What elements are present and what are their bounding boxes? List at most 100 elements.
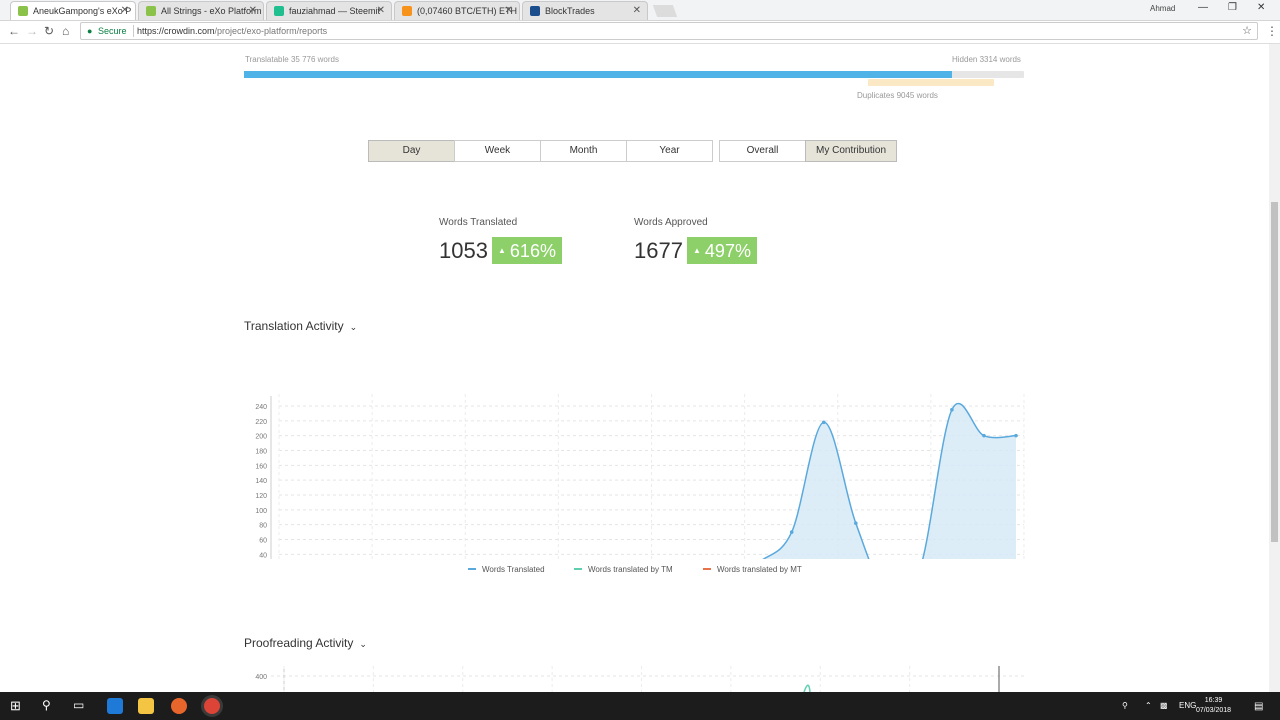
data-point [982,433,986,438]
tab-favicon-icon [274,6,284,16]
proofreading-activity-chart: 400 [255,666,1024,692]
tab-title: fauziahmad — Steemit [289,6,381,16]
page-scrollbar[interactable] [1269,44,1280,692]
words-translated-label: Words Translated [439,217,518,228]
tab-favicon-icon [402,6,412,16]
clock-date: 07/03/2018 [1196,707,1232,714]
y-tick-label: 160 [255,463,267,470]
duplicates-label: Duplicates 9045 words [857,91,938,100]
legend-label: Words translated by TM [588,565,673,574]
reload-icon[interactable]: ↻ [44,24,54,38]
reports-page: Translatable 35 776 words Hidden 3314 wo… [0,44,1269,692]
scrollbar-thumb[interactable] [1271,202,1278,542]
translation-progress-bar [244,71,1024,78]
home-icon[interactable]: ⌂ [62,24,69,38]
browser-tab[interactable]: AneukGampong's eXo P ✕ [10,1,136,20]
period-button-day[interactable]: Day [368,140,455,162]
words-approved-change-badge: ▲ 497% [687,237,757,264]
translation-activity-title: Translation Activity [244,319,344,333]
arrow-up-icon: ▲ [498,246,506,255]
tab-close-icon[interactable]: ✕ [633,5,641,16]
tab-favicon-icon [146,6,156,16]
tab-close-icon[interactable]: ✕ [121,5,129,16]
browser-tab[interactable]: All Strings - eXo Platform ✕ [138,1,264,20]
data-point [821,420,826,425]
tab-title: BlockTrades [545,6,595,16]
legend-words-translated-by-tm[interactable]: Words translated by TM [574,565,673,574]
edge-icon[interactable] [107,698,123,714]
period-button-week[interactable]: Week [454,140,541,162]
tab-title: AneukGampong's eXo P [33,6,132,16]
windows-start-icon[interactable]: ⊞ [10,698,21,714]
show-hidden-icons-chevron-icon[interactable]: ⌃ [1145,701,1152,710]
language-indicator[interactable]: ENG [1179,701,1196,710]
browser-tab[interactable]: fauziahmad — Steemit ✕ [266,1,392,20]
divider [133,25,134,37]
browser-toolbar: ← → ↻ ⌂ ● Secure https://crowdin.com/pro… [0,21,1280,44]
legend-words-translated-by-mt[interactable]: Words translated by MT [703,565,802,574]
firefox-icon[interactable] [171,698,187,714]
translation-activity-heading[interactable]: Translation Activity ⌄ [244,319,357,333]
forward-icon[interactable]: → [26,24,38,38]
scope-button-overall[interactable]: Overall [719,140,806,162]
data-point [950,407,954,412]
search-icon[interactable]: ⚲ [42,698,51,712]
file-explorer-icon[interactable] [138,698,154,714]
proofreading-activity-title: Proofreading Activity [244,636,354,650]
duplicates-bar [868,79,995,86]
words-approved-change: 497% [704,241,751,261]
chevron-down-icon[interactable]: ⌄ [350,322,358,332]
words-approved-value: 1677 [634,238,683,263]
task-view-icon[interactable]: ▭ [73,698,84,712]
y-tick-label: 240 [255,404,267,411]
legend-swatch [703,568,711,570]
scope-button-my-contribution[interactable]: My Contribution [805,140,897,162]
minimize-icon[interactable]: — [1198,2,1208,13]
words-approved-label: Words Approved [634,217,708,228]
proofreading-activity-heading[interactable]: Proofreading Activity ⌄ [244,636,367,650]
secure-label: Secure [98,26,127,36]
bookmark-star-icon[interactable]: ☆ [1242,24,1252,37]
data-point [1014,433,1018,438]
y-tick-label: 220 [255,419,267,426]
browser-menu-icon[interactable]: ⋮ [1266,24,1278,38]
clock[interactable]: 16:39 07/03/2018 [1196,696,1231,716]
tab-close-icon[interactable]: ✕ [377,5,385,16]
tab-close-icon[interactable]: ✕ [249,5,257,16]
back-icon[interactable]: ← [8,24,20,38]
network-icon[interactable]: ▩ [1160,701,1168,710]
new-tab-button[interactable] [652,5,678,17]
url-path: /project/exo-platform/reports [214,26,328,36]
tab-title: All Strings - eXo Platform [161,6,262,16]
tab-favicon-icon [530,6,540,16]
words-translated-change: 616% [509,241,556,261]
words-translated-change-badge: ▲ 616% [492,237,562,264]
period-button-year[interactable]: Year [626,140,713,162]
browser-tab[interactable]: (0,07460 BTC/ETH) ETH ✕ [394,1,520,20]
series-line-words-translated [762,402,1017,559]
browser-tab[interactable]: BlockTrades ✕ [522,1,648,20]
notifications-icon[interactable]: ▤ [1254,701,1263,712]
address-bar[interactable]: ● Secure https://crowdin.com/project/exo… [80,22,1258,40]
legend-swatch [468,568,476,570]
legend-words-translated[interactable]: Words Translated [468,565,545,574]
y-tick-label: 40 [259,552,267,559]
restore-icon[interactable]: ❐ [1228,2,1237,13]
y-tick-label: 400 [255,674,267,681]
y-tick-label: 100 [255,508,267,515]
profile-name[interactable]: Ahmad [1150,4,1175,13]
arrow-up-icon: ▲ [693,246,701,255]
data-point [853,521,858,525]
people-icon[interactable]: ⚲ [1122,701,1128,710]
translation-progress-fill [244,71,953,78]
y-tick-label: 180 [255,449,267,456]
tab-favicon-icon [18,6,28,16]
chevron-down-icon[interactable]: ⌄ [359,639,367,649]
period-button-month[interactable]: Month [540,140,627,162]
words-translated-value: 1053 [439,238,488,263]
lock-icon: ● [87,26,93,36]
browser-tab-strip: AneukGampong's eXo P ✕ All Strings - eXo P… [0,0,1280,21]
close-window-icon[interactable]: ✕ [1257,2,1265,13]
tab-close-icon[interactable]: ✕ [505,5,513,16]
chrome-icon[interactable] [204,698,220,714]
